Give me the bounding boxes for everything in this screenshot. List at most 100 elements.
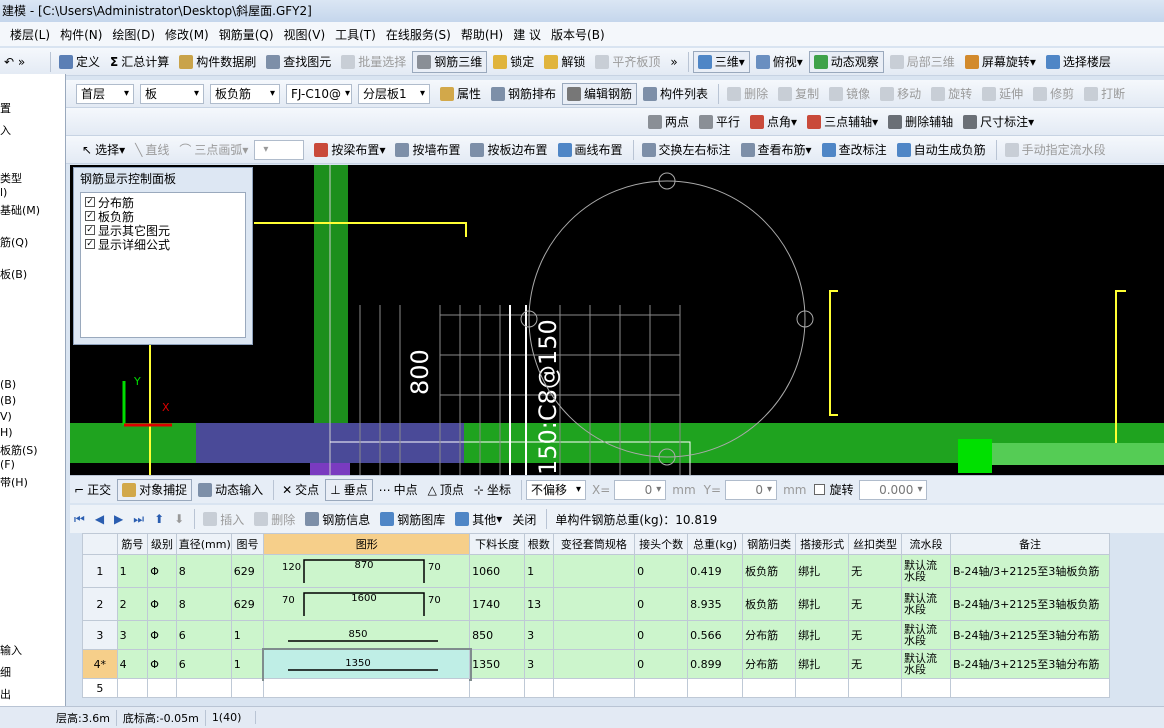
- column-header[interactable]: 总重(kg): [687, 533, 744, 555]
- table-cell[interactable]: Φ: [147, 620, 177, 650]
- more-button-1[interactable]: »: [666, 51, 681, 73]
- table-cell[interactable]: [949, 678, 1111, 698]
- y-coord-input[interactable]: 0: [725, 479, 778, 500]
- table-cell[interactable]: 629: [230, 587, 265, 621]
- table-cell[interactable]: 分布筋: [742, 620, 797, 650]
- column-header[interactable]: 接头个数: [634, 533, 689, 555]
- row-number[interactable]: 4*: [82, 649, 118, 679]
- move-up-button[interactable]: ⬆: [150, 508, 168, 530]
- shape-cell[interactable]: 70 1600 70: [263, 587, 471, 621]
- mirror-button[interactable]: 镜像: [825, 83, 874, 105]
- column-header[interactable]: 搭接形式: [795, 533, 850, 555]
- undo-button[interactable]: ↶ »: [0, 51, 44, 73]
- table-cell[interactable]: 0.419: [687, 554, 744, 588]
- parallel-axis-button[interactable]: 平行: [695, 111, 744, 133]
- layer-select[interactable]: 分层板1: [358, 83, 430, 104]
- component-select[interactable]: FJ-C10@: [286, 83, 352, 104]
- table-cell[interactable]: 6: [175, 620, 232, 650]
- table-cell[interactable]: [552, 554, 636, 588]
- rebar-library-button[interactable]: 钢筋图库: [376, 508, 449, 530]
- menu-help[interactable]: 帮助(H): [461, 26, 503, 43]
- shape-cell[interactable]: 1350: [261, 647, 472, 681]
- table-cell[interactable]: [742, 678, 797, 698]
- first-record-button[interactable]: ⏮: [70, 508, 89, 530]
- component-list-button[interactable]: 构件列表: [639, 83, 712, 105]
- close-grid-button[interactable]: 关闭: [508, 508, 540, 530]
- table-cell[interactable]: [175, 678, 232, 698]
- table-cell[interactable]: B-24轴/3+2125至3轴板负筋: [949, 554, 1111, 588]
- table-cell[interactable]: 无: [848, 649, 903, 679]
- auto-generate-button[interactable]: 自动生成负筋: [893, 139, 990, 161]
- table-cell[interactable]: [552, 649, 636, 679]
- table-cell[interactable]: 无: [848, 554, 903, 588]
- table-cell[interactable]: [469, 678, 526, 698]
- table-cell[interactable]: 629: [230, 554, 265, 588]
- table-row[interactable]: 5: [82, 678, 1111, 698]
- menu-floor[interactable]: 楼层(L): [10, 26, 50, 43]
- offset-mode-select[interactable]: 不偏移: [526, 479, 586, 500]
- table-cell[interactable]: 6: [175, 649, 232, 679]
- tree-item[interactable]: 输入: [0, 642, 22, 658]
- three-point-aux-button[interactable]: 三点辅轴 ▾: [803, 111, 882, 133]
- row-number[interactable]: 3: [82, 620, 118, 650]
- column-header[interactable]: 变径套筒规格: [552, 533, 636, 555]
- properties-button[interactable]: 属性: [436, 83, 485, 105]
- coordinate-button[interactable]: ⊹ 坐标: [470, 479, 515, 501]
- column-header[interactable]: 备注: [949, 533, 1111, 555]
- define-button[interactable]: 定义: [55, 51, 104, 73]
- table-cell[interactable]: 1: [230, 620, 265, 650]
- rebar3d-button[interactable]: 钢筋三维: [412, 50, 488, 73]
- table-cell[interactable]: 板负筋: [742, 587, 797, 621]
- x-coord-input[interactable]: 0: [614, 479, 667, 500]
- table-cell[interactable]: 3: [524, 649, 554, 679]
- menu-online[interactable]: 在线服务(S): [386, 26, 451, 43]
- menu-tools[interactable]: 工具(T): [335, 26, 376, 43]
- select-tool-button[interactable]: ↖ 选择 ▾: [78, 139, 129, 161]
- table-cell[interactable]: 4: [116, 649, 149, 679]
- unlock-button[interactable]: 解锁: [540, 51, 589, 73]
- by-slab-edge-button[interactable]: 按板边布置: [466, 139, 551, 161]
- dynamic-view-button[interactable]: 动态观察: [808, 50, 884, 73]
- table-cell[interactable]: [634, 678, 689, 698]
- find-button[interactable]: 查找图元: [262, 51, 335, 73]
- menu-draw[interactable]: 绘图(D): [112, 26, 155, 43]
- checkbox-negative[interactable]: ✓: [85, 211, 95, 221]
- insert-row-button[interactable]: 插入: [199, 508, 248, 530]
- rebar-info-button[interactable]: 钢筋信息: [301, 508, 374, 530]
- table-cell[interactable]: 绑扎: [795, 587, 850, 621]
- table-cell[interactable]: 分布筋: [742, 649, 797, 679]
- view-layout-button[interactable]: 查看布筋 ▾: [737, 139, 816, 161]
- row-number[interactable]: 5: [82, 678, 118, 698]
- menu-version[interactable]: 版本号(B): [551, 26, 605, 43]
- shape-cell[interactable]: [263, 678, 471, 698]
- row-number[interactable]: 2: [82, 587, 118, 621]
- dimension-button[interactable]: 尺寸标注 ▾: [959, 111, 1038, 133]
- trim-button[interactable]: 修剪: [1029, 83, 1078, 105]
- table-cell[interactable]: 1060: [469, 554, 526, 588]
- table-cell[interactable]: 1740: [469, 587, 526, 621]
- table-cell[interactable]: [848, 678, 903, 698]
- tree-item[interactable]: H): [0, 426, 13, 439]
- table-cell[interactable]: 默认流水段: [901, 620, 951, 650]
- break-button[interactable]: 打断: [1080, 83, 1129, 105]
- tree-item[interactable]: 板(B): [0, 266, 27, 282]
- table-cell[interactable]: [552, 678, 636, 698]
- tree-item[interactable]: 带(H): [0, 474, 28, 490]
- table-cell[interactable]: 3: [524, 620, 554, 650]
- table-cell[interactable]: [901, 678, 951, 698]
- table-cell[interactable]: 1: [116, 554, 149, 588]
- table-row[interactable]: 1 1 Φ 8 629 120 870 70 1060 1 0 0.419 板负筋 绑扎无默认流水段 B-2…: [82, 554, 1111, 588]
- intersection-button[interactable]: ✕ 交点: [278, 479, 323, 501]
- table-cell[interactable]: [524, 678, 554, 698]
- line-tool-button[interactable]: ╲ 直线: [131, 139, 173, 161]
- tree-item[interactable]: 板筋(S): [0, 442, 38, 458]
- last-record-button[interactable]: ⏭: [129, 508, 148, 530]
- check-labels-button[interactable]: 查改标注: [818, 139, 891, 161]
- subtype-select[interactable]: 板负筋: [210, 83, 280, 104]
- vertex-button[interactable]: △ 顶点: [424, 479, 468, 501]
- tree-item[interactable]: 筋(Q): [0, 234, 28, 250]
- column-header[interactable]: 根数: [524, 533, 554, 555]
- table-cell[interactable]: [795, 678, 850, 698]
- tree-item[interactable]: 细: [0, 664, 11, 680]
- column-header[interactable]: 下料长度: [469, 533, 526, 555]
